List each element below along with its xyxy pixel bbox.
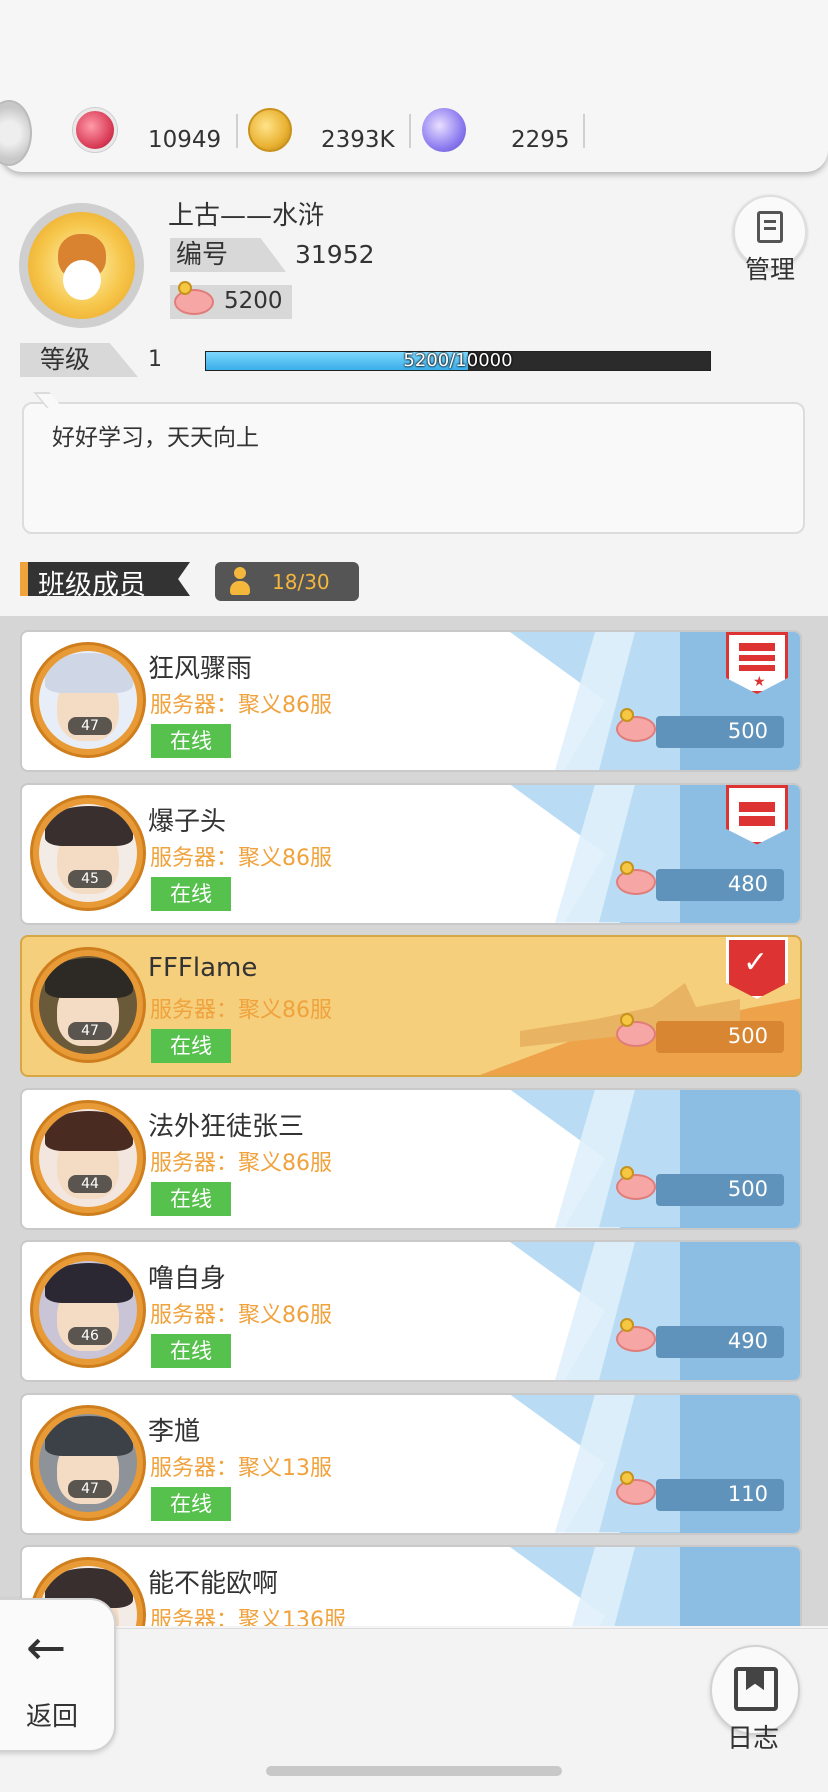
member-coins-value: 490: [727, 1329, 768, 1353]
member-coins: 480: [616, 860, 784, 901]
member-coins-value: 500: [727, 719, 768, 743]
class-coins: 5200: [170, 281, 292, 319]
member-server: 服务器：聚义86服: [150, 998, 332, 1023]
gold-coin-icon: [248, 108, 292, 152]
member-level: 47: [68, 1022, 112, 1040]
member-avatar[interactable]: 47: [30, 947, 146, 1063]
member-count: 18/30: [272, 570, 330, 594]
member-avatar[interactable]: 46: [30, 1252, 146, 1368]
online-status-badge: 在线: [151, 1181, 231, 1216]
member-name: 李馗: [148, 1416, 201, 1447]
cat-mascot-icon: [28, 212, 135, 319]
xp-progress-text: 5200/10000: [403, 350, 513, 371]
piggy-bank-icon: [612, 1470, 658, 1505]
online-status-badge: 在线: [151, 876, 231, 911]
member-rank-badge-icon: ✓: [726, 937, 788, 999]
member-coins-value: 500: [727, 1176, 768, 1201]
level-label: 等级: [20, 343, 138, 377]
member-avatar[interactable]: 44: [30, 1099, 146, 1216]
member-card[interactable]: 47 李馗服务器：聚义13服在线 110: [20, 1392, 802, 1535]
member-count-badge: 18/30: [215, 562, 359, 601]
manage-label[interactable]: 管理: [745, 250, 795, 286]
class-motto: 好好学习，天天向上: [52, 425, 259, 451]
piggy-bank-icon: [612, 1165, 658, 1200]
member-level: 47: [68, 717, 112, 735]
member-server: 服务器：聚义86服: [150, 693, 332, 718]
member-server: 服务器：聚义86服: [150, 1303, 332, 1328]
member-card[interactable]: 46 噜自身服务器：聚义86服在线 490: [20, 1240, 802, 1382]
member-coins: 500: [616, 1165, 784, 1206]
pacifier-count: 2295: [511, 127, 570, 153]
member-level: 44: [68, 1174, 112, 1193]
level-value: 1: [148, 347, 162, 372]
resource-gold[interactable]: [248, 108, 292, 152]
emblem-icon[interactable]: [0, 100, 32, 166]
member-server: 服务器：聚义13服: [150, 1455, 332, 1481]
member-name: 爆子头: [148, 806, 227, 837]
member-card[interactable]: 47 FFFlame 服务器：聚义86服在线 ✓ 500: [20, 935, 802, 1077]
online-status-badge: 在线: [151, 1334, 231, 1368]
xp-progress-bar: 5200/10000: [205, 350, 711, 371]
member-coins: 110: [616, 1470, 784, 1511]
member-list[interactable]: 47 狂风骤雨 服务器：聚义86服 在线 ★ 500 45 爆子头 服务器：聚义86服 在线 480…: [0, 616, 828, 1626]
divider: [583, 114, 585, 148]
divider: [409, 114, 411, 148]
resource-bar: 10949 2393K 2295: [0, 0, 828, 172]
member-server: 服务器：聚义86服: [150, 1150, 332, 1176]
class-avatar: [19, 203, 144, 328]
back-arrow-icon: ←: [26, 1620, 67, 1676]
home-indicator[interactable]: [266, 1766, 562, 1776]
member-card[interactable]: 44 法外狂徒张三服务器：聚义86服在线 500: [20, 1087, 802, 1230]
online-status-badge: 在线: [151, 1029, 231, 1063]
member-avatar[interactable]: 47: [30, 642, 146, 758]
gem-icon: [73, 108, 117, 152]
member-coins-value: 500: [727, 1024, 768, 1048]
member-coins: 490: [616, 1318, 784, 1358]
class-name: 上古——水浒: [168, 201, 325, 231]
gold-count: 2393K: [321, 127, 395, 153]
member-card[interactable]: 47 狂风骤雨 服务器：聚义86服 在线 ★ 500: [20, 630, 802, 772]
member-card[interactable]: 45 爆子头服务器：聚义86服在线 480: [20, 782, 802, 925]
member-name: 法外狂徒张三: [148, 1111, 305, 1142]
piggy-bank-icon: [612, 860, 658, 895]
piggy-bank-icon: [612, 1318, 658, 1352]
piggy-bank-icon: [170, 281, 216, 315]
members-header: 班级成员: [20, 562, 190, 596]
back-label[interactable]: 返回: [26, 1696, 78, 1733]
member-level: 45: [68, 869, 112, 888]
member-name: FFFlame: [148, 953, 258, 983]
member-coins: 500: [616, 1013, 784, 1053]
pacifier-icon: [422, 108, 466, 152]
member-card[interactable]: 45能不能欧啊服务器：聚义136服在线: [20, 1545, 802, 1626]
book-icon: [734, 1667, 778, 1711]
member-level: 46: [68, 1327, 112, 1345]
resource-pacifier[interactable]: [422, 108, 466, 152]
piggy-bank-icon: [612, 708, 658, 742]
gem-count: 10949: [148, 127, 222, 153]
class-coins-value: 5200: [224, 288, 283, 314]
resource-gem[interactable]: [73, 108, 117, 152]
member-name: 噜自身: [148, 1264, 227, 1294]
member-coins-value: 480: [727, 871, 768, 896]
member-coins: 500: [616, 708, 784, 748]
member-server: 服务器：聚义86服: [150, 845, 332, 871]
online-status-badge: 在线: [151, 724, 231, 758]
divider: [236, 114, 238, 148]
member-name: 狂风骤雨: [148, 654, 253, 684]
member-name: 能不能欧啊: [148, 1569, 279, 1599]
online-status-badge: 在线: [151, 1486, 231, 1521]
person-icon: [229, 567, 251, 595]
log-label[interactable]: 日志: [727, 1718, 779, 1755]
member-server: 服务器：聚义136服: [150, 1608, 346, 1626]
class-motto-box: 好好学习，天天向上: [22, 402, 805, 534]
members-title: 班级成员: [38, 570, 146, 601]
document-gear-icon: [757, 211, 783, 243]
member-avatar[interactable]: 47: [30, 1404, 146, 1521]
piggy-bank-icon: [612, 1013, 658, 1047]
member-avatar[interactable]: 45: [30, 794, 146, 911]
member-level: 47: [68, 1479, 112, 1498]
member-coins-value: 110: [727, 1481, 768, 1506]
id-value: 31952: [295, 240, 375, 269]
id-label: 编号: [170, 238, 286, 272]
